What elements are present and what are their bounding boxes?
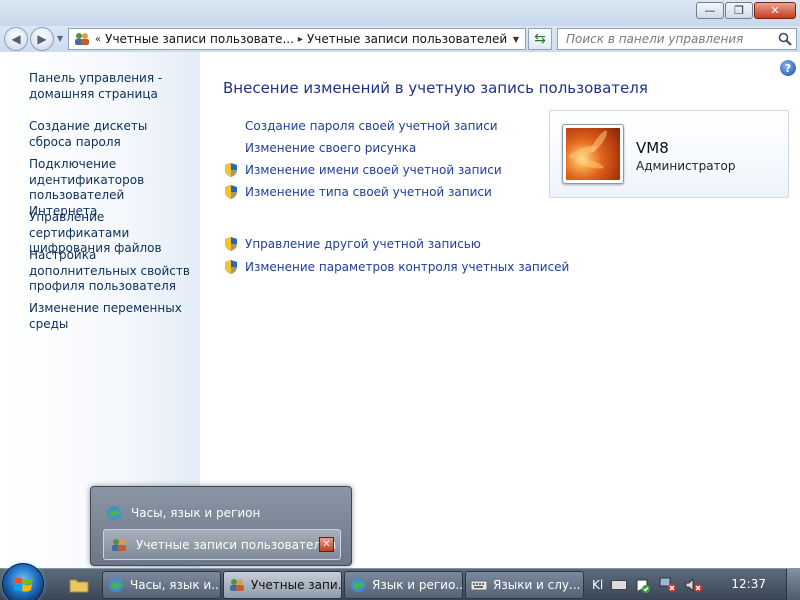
minimize-button[interactable]: —: [696, 2, 724, 19]
system-tray: Kl: [592, 571, 800, 599]
breadcrumb-separator[interactable]: ▸: [298, 34, 303, 45]
close-button[interactable]: ✕: [754, 2, 796, 19]
recent-pages-dropdown[interactable]: ▼: [57, 34, 63, 43]
task-link[interactable]: Управление другой учетной записью: [245, 237, 481, 251]
users-icon: [112, 538, 126, 551]
chevron-down-icon[interactable]: ▼: [507, 29, 525, 49]
taskbar-button-label: Учетные запи...: [251, 578, 342, 592]
task-link[interactable]: Изменение своего рисунка: [245, 141, 416, 155]
task-change-type[interactable]: Изменение типа своей учетной записи: [223, 183, 492, 201]
sidebar-item-home[interactable]: Панель управления - домашняя страница: [29, 71, 194, 102]
uac-shield-icon: [225, 185, 237, 199]
user-card: VM8 Администратор: [549, 110, 789, 198]
keyboard-icon: [470, 580, 488, 591]
breadcrumb-item[interactable]: Учетные записи пользователей: [307, 32, 507, 46]
uac-shield-icon: [225, 237, 237, 251]
breadcrumb-item[interactable]: Учетные записи пользовате...: [105, 32, 294, 46]
arrow-right-icon: ▶: [37, 32, 47, 46]
network-icon[interactable]: [659, 577, 677, 593]
sidebar-item-environment-variables[interactable]: Изменение переменных среды: [29, 301, 194, 332]
keyboard-icon[interactable]: [611, 579, 628, 591]
uac-shield-icon: [225, 163, 237, 177]
page-title: Внесение изменений в учетную запись поль…: [223, 79, 648, 97]
flower-picture-icon: [566, 128, 620, 180]
user-role: Администратор: [636, 159, 736, 173]
task-change-picture[interactable]: Изменение своего рисунка: [223, 139, 416, 157]
arrow-left-icon: ◀: [11, 32, 21, 46]
user-name: VM8: [636, 139, 669, 157]
taskbar-button-clock-region[interactable]: Часы, язык и...: [102, 571, 221, 599]
task-link[interactable]: Создание пароля своей учетной записи: [245, 119, 498, 133]
breadcrumb-overflow[interactable]: «: [95, 34, 101, 45]
task-link[interactable]: Изменение имени своей учетной записи: [245, 163, 502, 177]
back-button[interactable]: ◀: [4, 27, 28, 51]
task-manage-other-account[interactable]: Управление другой учетной записью: [223, 235, 481, 253]
refresh-button[interactable]: ⇆: [528, 28, 552, 50]
avatar[interactable]: [562, 124, 624, 184]
taskbar-button-user-accounts[interactable]: Учетные запи...: [223, 571, 342, 599]
popup-item-label: Часы, язык и регион: [131, 506, 261, 520]
task-change-name[interactable]: Изменение имени своей учетной записи: [223, 161, 502, 179]
taskbar-button-language-region[interactable]: Язык и регио...: [344, 571, 463, 599]
volume-muted-icon[interactable]: [685, 577, 703, 593]
search-icon[interactable]: [778, 32, 792, 46]
task-create-password[interactable]: Создание пароля своей учетной записи: [223, 117, 498, 135]
popup-item-label: Учетные записи пользователей: [136, 537, 337, 552]
refresh-icon: ⇆: [534, 31, 546, 47]
sidebar-item-reset-disk[interactable]: Создание дискеты сброса пароля: [29, 119, 194, 150]
users-icon: [230, 579, 244, 591]
globe-clock-icon: [351, 578, 365, 592]
sidebar-item-profile-properties[interactable]: Настройка дополнительных свойств профиля…: [29, 248, 194, 295]
globe-clock-icon: [107, 506, 121, 520]
address-bar[interactable]: « Учетные записи пользовате... ▸ Учетные…: [68, 28, 526, 50]
taskbar-button-label: Языки и слу...: [493, 578, 581, 592]
taskbar-thumbnail-popup: Часы, язык и регион Учетные записи польз…: [90, 486, 352, 566]
folder-icon: [69, 579, 89, 593]
search-box: [557, 28, 797, 50]
uac-shield-icon: [225, 260, 237, 274]
task-link[interactable]: Изменение параметров контроля учетных за…: [245, 260, 569, 274]
start-button[interactable]: [2, 563, 44, 600]
clock[interactable]: 12:37: [731, 577, 766, 591]
popup-item-user-accounts[interactable]: Учетные записи пользователей ✕: [103, 529, 341, 560]
task-uac-settings[interactable]: Изменение параметров контроля учетных за…: [223, 258, 569, 276]
windows-logo-icon: [14, 577, 33, 592]
popup-item-clock-region[interactable]: Часы, язык и регион: [105, 500, 260, 526]
globe-clock-icon: [109, 578, 123, 592]
help-icon[interactable]: ?: [780, 60, 796, 76]
navigation-bar: ◀ ▶ ▼ « Учетные записи пользовате... ▸ У…: [0, 26, 800, 52]
search-input[interactable]: [566, 32, 774, 46]
language-indicator[interactable]: Kl: [592, 578, 603, 592]
taskbar-button-label: Язык и регио...: [372, 578, 463, 592]
users-icon: [75, 33, 89, 45]
title-bar: — ❐ ✕: [0, 0, 800, 26]
show-desktop-button[interactable]: [786, 569, 800, 600]
task-link[interactable]: Изменение типа своей учетной записи: [245, 185, 492, 199]
taskbar: Часы, язык и... Учетные запи... Язык и р…: [0, 563, 800, 600]
taskbar-button-languages-services[interactable]: Языки и слу...: [465, 571, 584, 599]
maximize-button[interactable]: ❐: [725, 2, 753, 19]
caption-buttons: — ❐ ✕: [695, 2, 796, 19]
close-icon[interactable]: ✕: [319, 537, 334, 552]
explorer-quick-launch[interactable]: [66, 573, 92, 597]
taskbar-button-label: Часы, язык и...: [130, 578, 221, 592]
forward-button[interactable]: ▶: [30, 27, 54, 51]
action-center-icon[interactable]: [635, 577, 651, 593]
